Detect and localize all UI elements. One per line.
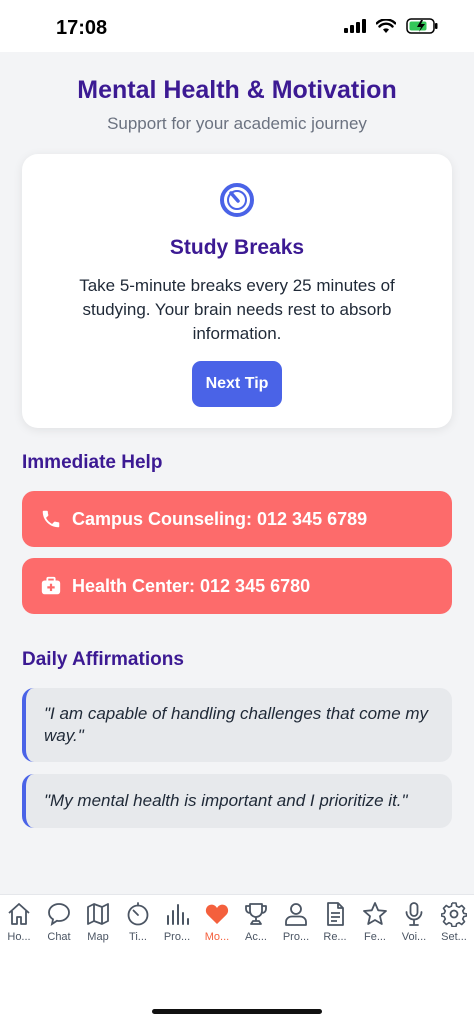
tab-label: Ac... [244, 931, 267, 943]
home-icon [8, 903, 30, 925]
home-indicator [152, 1009, 322, 1014]
tab-label: Ho... [7, 931, 31, 943]
tab-map[interactable]: Map [80, 901, 116, 943]
status-time: 17:08 [56, 17, 108, 39]
timer-icon [220, 183, 254, 217]
status-bar: 17:08 [0, 0, 474, 52]
battery-charging-icon [406, 18, 438, 34]
tip-text: Take 5-minute breaks every 25 minutes of… [79, 276, 395, 343]
tab-feedback[interactable]: Fe... [357, 901, 393, 943]
motivation-screen: Mental Health & Motivation Support for y… [0, 52, 474, 894]
affirmation-item: "My mental health is important and I pri… [22, 774, 452, 828]
tab-resources[interactable]: Re... [317, 901, 353, 943]
tip-title: Study Breaks [169, 236, 305, 259]
gear-icon [441, 902, 467, 927]
tab-label: Re... [323, 931, 347, 943]
tab-label: Mo... [204, 931, 230, 943]
bar-chart-icon [167, 904, 189, 925]
wifi-icon [376, 18, 396, 33]
health-center-button[interactable]: Health Center: 012 345 6780 [22, 558, 452, 614]
daily-affirmations-title: Daily Affirmations [22, 649, 184, 670]
timer-icon [127, 902, 149, 926]
trophy-icon [245, 903, 267, 925]
affirmation-text: "I am capable of handling challenges tha… [44, 704, 429, 745]
phone-icon [40, 508, 62, 530]
status-icons [344, 18, 438, 34]
tab-achievements[interactable]: Ac... [238, 901, 274, 943]
tab-timer[interactable]: Ti... [120, 901, 156, 943]
microphone-icon [405, 902, 423, 926]
chat-icon [48, 903, 70, 926]
tab-label: Pro... [282, 931, 310, 943]
campus-counseling-label: Campus Counseling: 012 345 6789 [72, 508, 368, 529]
page-subtitle: Support for your academic journey [107, 114, 367, 133]
tab-label: Voi... [401, 931, 427, 943]
campus-counseling-button[interactable]: Campus Counseling: 012 345 6789 [22, 491, 452, 547]
tab-label: Fe... [363, 931, 386, 943]
tab-profile[interactable]: Pro... [278, 901, 314, 943]
immediate-help-title: Immediate Help [22, 452, 163, 473]
document-icon [327, 902, 344, 926]
tab-label: Pro... [163, 931, 191, 943]
star-icon [363, 902, 387, 925]
page-title: Mental Health & Motivation [77, 76, 397, 104]
tip-card: Study Breaks Take 5-minute breaks every … [22, 154, 452, 428]
tab-bar: Ho... Chat Map Ti... Pro... Mo... Ac... … [0, 894, 474, 1024]
medical-kit-icon [40, 575, 62, 597]
next-tip-button[interactable]: Next Tip [192, 361, 282, 407]
affirmation-item: "I am capable of handling challenges tha… [22, 688, 452, 762]
tab-label: Ti... [129, 931, 147, 943]
tab-progress[interactable]: Pro... [159, 901, 195, 943]
tab-label: Set... [441, 931, 467, 943]
map-icon [87, 903, 109, 925]
heart-icon [205, 904, 229, 924]
cellular-signal-icon [344, 19, 366, 33]
tab-home[interactable]: Ho... [1, 901, 37, 943]
tab-label: Map [87, 931, 109, 943]
tab-chat[interactable]: Chat [41, 901, 77, 943]
health-center-label: Health Center: 012 345 6780 [72, 575, 311, 596]
tab-label: Chat [47, 931, 71, 943]
tab-motivation[interactable]: Mo... [199, 901, 235, 943]
tab-voice[interactable]: Voi... [396, 901, 432, 943]
tab-settings[interactable]: Set... [436, 901, 472, 943]
affirmation-text: "My mental health is important and I pri… [44, 791, 408, 810]
person-icon [285, 903, 307, 926]
